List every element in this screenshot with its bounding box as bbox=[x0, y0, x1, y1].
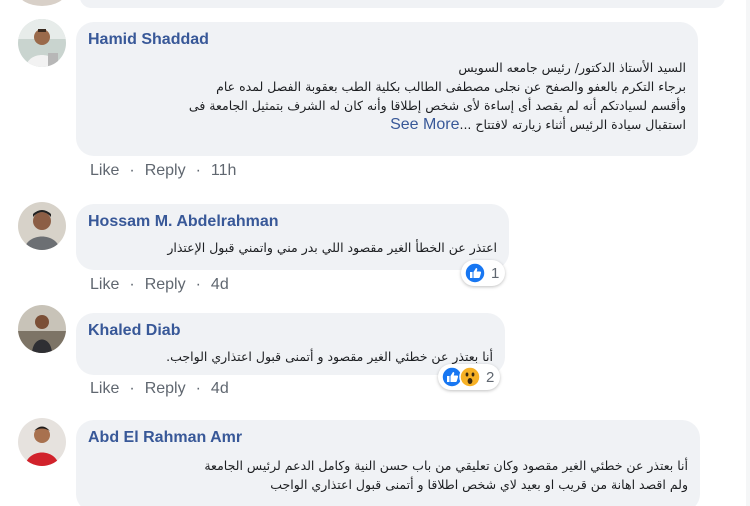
reactions-summary[interactable]: 1 bbox=[461, 260, 506, 286]
like-button[interactable]: Like bbox=[90, 380, 119, 398]
separator-dot: · bbox=[195, 276, 201, 293]
comment-line: اعتذر عن الخطأ الغير مقصود اللي بدر مني … bbox=[167, 240, 497, 255]
reply-button[interactable]: Reply bbox=[145, 380, 186, 398]
comment-bubble: Abd El Rahman Amr أنا بعتذر عن خطئي الغي… bbox=[76, 420, 700, 506]
comment-actions: Like · Reply · 4d bbox=[90, 380, 229, 398]
comment-bubble: Hossam M. Abdelrahman اعتذر عن الخطأ الغ… bbox=[76, 204, 509, 270]
previous-avatar-partial bbox=[18, 0, 66, 6]
separator-dot: · bbox=[129, 380, 135, 397]
scrollbar-track[interactable] bbox=[746, 0, 750, 506]
comment-line-last: استقبال سيادة الرئيس أثناء زيارته لافتتا… bbox=[88, 115, 686, 134]
separator-dot: · bbox=[195, 380, 201, 397]
separator-dot: · bbox=[129, 162, 135, 179]
comment-text: أنا بعتذر عن خطئي الغير مقصود و أتمنى قب… bbox=[88, 347, 493, 366]
see-more-link[interactable]: See More bbox=[390, 115, 459, 134]
comment-text: أنا بعتذر عن خطئي الغير مقصود وكان تعليق… bbox=[88, 456, 688, 494]
reaction-count: 2 bbox=[486, 368, 495, 386]
ellipsis: ... bbox=[459, 117, 472, 132]
avatar[interactable] bbox=[18, 418, 66, 466]
comment-author[interactable]: Khaled Diab bbox=[88, 321, 493, 341]
reply-button[interactable]: Reply bbox=[145, 162, 186, 180]
comment-line: أنا بعتذر عن خطئي الغير مقصود وكان تعليق… bbox=[204, 458, 688, 473]
avatar[interactable] bbox=[18, 202, 66, 250]
comment-author[interactable]: Hossam M. Abdelrahman bbox=[88, 212, 497, 232]
timestamp[interactable]: 4d bbox=[211, 380, 229, 398]
avatar[interactable] bbox=[18, 19, 66, 67]
comment-actions: Like · Reply · 11h bbox=[90, 162, 236, 180]
reply-button[interactable]: Reply bbox=[145, 276, 186, 294]
comment-actions: Like · Reply · 4d bbox=[90, 276, 229, 294]
like-button[interactable]: Like bbox=[90, 276, 119, 294]
avatar[interactable] bbox=[18, 305, 66, 353]
timestamp[interactable]: 4d bbox=[211, 276, 229, 294]
comment-line: وأقسم لسيادتكم أنه لم يقصد أى إساءة لأى … bbox=[188, 98, 686, 113]
separator-dot: · bbox=[129, 276, 135, 293]
reactions-summary[interactable]: 2 bbox=[438, 364, 501, 390]
comment-text: اعتذر عن الخطأ الغير مقصود اللي بدر مني … bbox=[88, 238, 497, 257]
previous-comment-bubble-partial bbox=[80, 0, 725, 8]
like-button[interactable]: Like bbox=[90, 162, 119, 180]
reaction-count: 1 bbox=[491, 264, 500, 282]
comment-line: السيد الأستاذ الدكتور/ رئيس جامعه السويس bbox=[458, 60, 686, 75]
comment-line: ولم اقصد اهانة من قريب او بعيد لاي شخص ا… bbox=[270, 477, 688, 492]
separator-dot: · bbox=[195, 162, 201, 179]
like-icon bbox=[464, 262, 486, 284]
comment-author[interactable]: Abd El Rahman Amr bbox=[88, 428, 688, 448]
comment-line: أنا بعتذر عن خطئي الغير مقصود و أتمنى قب… bbox=[166, 349, 493, 364]
timestamp[interactable]: 11h bbox=[211, 162, 237, 180]
comment-author[interactable]: Hamid Shaddad bbox=[88, 30, 686, 50]
comment-bubble: Hamid Shaddad السيد الأستاذ الدكتور/ رئي… bbox=[76, 22, 698, 156]
comment-text: السيد الأستاذ الدكتور/ رئيس جامعه السويس… bbox=[88, 58, 686, 134]
comment-line: برجاء التكرم بالعفو والصفح عن نجلى مصطفى… bbox=[216, 79, 686, 94]
comment-line: استقبال سيادة الرئيس أثناء زيارته لافتتا… bbox=[475, 117, 686, 132]
wow-icon bbox=[459, 366, 481, 388]
